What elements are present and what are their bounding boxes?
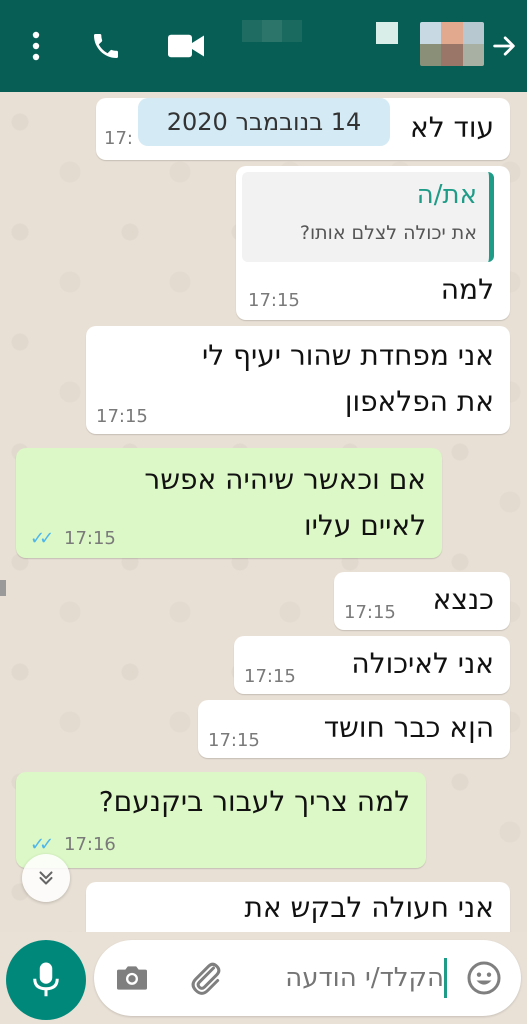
paperclip-icon[interactable] xyxy=(186,958,226,998)
text-cursor xyxy=(444,958,447,998)
scroll-indicator xyxy=(0,580,6,596)
message-incoming[interactable]: אני מפחדת שהור יעיף לי את הפלאפון 17:15 xyxy=(86,326,510,434)
message-incoming[interactable]: הןא כבר חושד 17:15 xyxy=(198,700,510,758)
contact-name-blurred[interactable] xyxy=(242,20,302,42)
camera-icon[interactable] xyxy=(112,958,152,998)
message-time: 17:15 xyxy=(208,730,260,751)
message-text: אם וכאשר שיהיה אפשר xyxy=(144,463,426,496)
arrow-back-icon[interactable] xyxy=(484,22,524,70)
message-text: כנצא xyxy=(432,583,494,616)
double-chevron-down-icon[interactable] xyxy=(22,854,70,902)
message-outgoing[interactable]: למה צריך לעבור ביקנעם? ✓✓ 17:16 xyxy=(16,772,426,868)
message-text: אני חעולה לבקש את xyxy=(244,891,494,924)
emoji-icon[interactable] xyxy=(464,958,504,998)
message-text: עוד לא xyxy=(410,111,494,144)
avatar[interactable] xyxy=(420,22,484,66)
more-vert-icon[interactable] xyxy=(18,22,54,70)
phone-icon[interactable] xyxy=(80,22,132,70)
message-text: אני לאיכולה xyxy=(351,647,494,680)
message-time: 17:16 xyxy=(64,834,116,855)
read-ticks-icon: ✓✓ xyxy=(30,834,54,855)
message-text: אני מפחדת שהור יעיף לי xyxy=(202,339,494,372)
message-time: 17:15 xyxy=(96,406,148,427)
message-time: 17:15 xyxy=(248,290,300,311)
date-chip: 14 בנובמבר 2020 xyxy=(138,98,390,146)
message-text: לאיים עליו xyxy=(304,509,426,542)
message-incoming[interactable]: אני לאיכולה 17:15 xyxy=(234,636,510,694)
message-outgoing[interactable]: אם וכאשר שיהיה אפשר לאיים עליו ✓✓ 17:15 xyxy=(16,448,442,558)
message-time: 17: xyxy=(104,128,133,149)
message-incoming[interactable]: את/ה את יכולה לצלם אותו? למה 17:15 xyxy=(236,166,510,320)
message-text: למה צריך לעבור ביקנעם? xyxy=(98,785,410,818)
message-input[interactable] xyxy=(244,940,444,1016)
message-text: למה xyxy=(440,273,494,306)
mic-icon[interactable] xyxy=(6,940,86,1020)
videocam-icon[interactable] xyxy=(160,22,212,70)
quoted-reply[interactable]: את/ה את יכולה לצלם אותו? xyxy=(242,172,494,262)
read-ticks-icon: ✓✓ xyxy=(30,528,54,549)
contact-status-blurred xyxy=(376,22,398,44)
message-incoming[interactable]: כנצא 17:15 xyxy=(334,572,510,630)
message-text: הןא כבר חושד xyxy=(323,711,494,744)
message-input-bar[interactable] xyxy=(94,940,521,1016)
message-time: 17:15 xyxy=(244,666,296,687)
quoted-text: את יכולה לצלם אותו? xyxy=(299,222,477,244)
message-time: 17:15 xyxy=(344,602,396,623)
quoted-sender: את/ה xyxy=(416,180,477,210)
chat-header xyxy=(0,0,527,92)
message-text: את הפלאפון xyxy=(344,385,494,418)
message-incoming[interactable]: אני חעולה לבקש את xyxy=(86,882,510,932)
chat-area[interactable]: עוד לא 17: 14 בנובמבר 2020 את/ה את יכולה… xyxy=(0,92,527,932)
message-time: 17:15 xyxy=(64,528,116,549)
